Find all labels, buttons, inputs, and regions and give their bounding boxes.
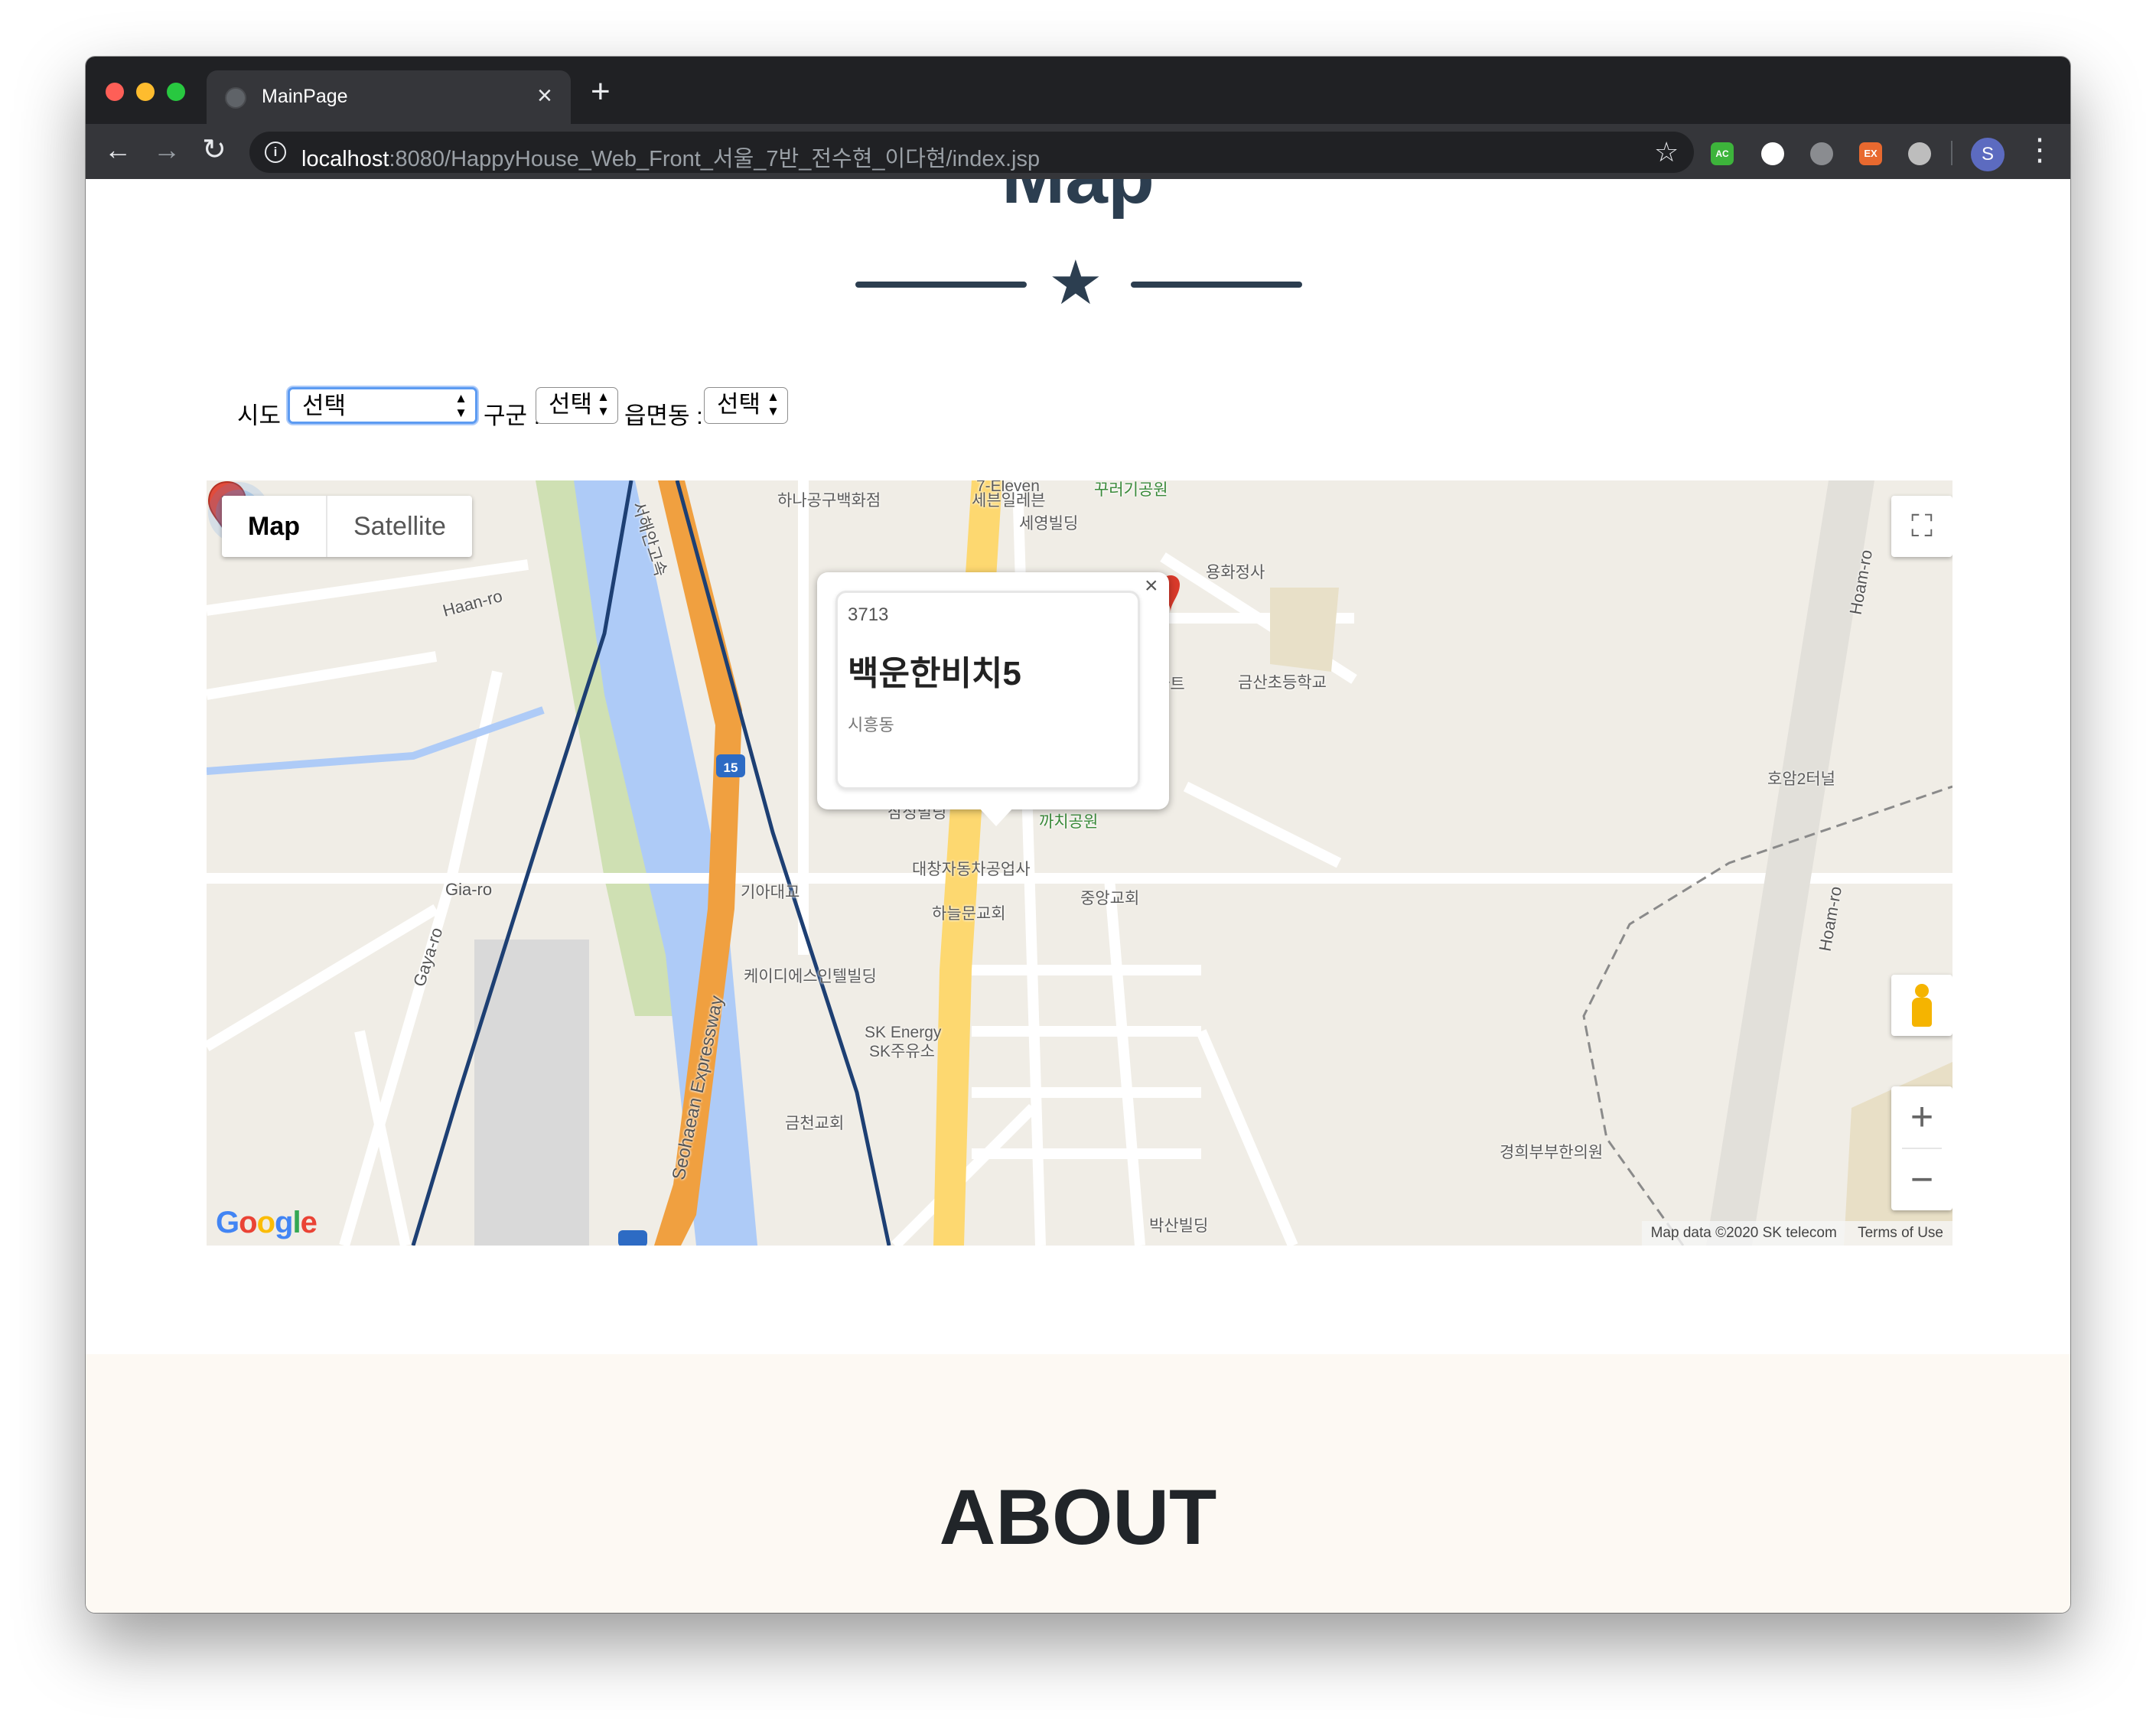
gugun-select-value: 선택 [549,391,593,418]
toolbar-divider [1951,141,1952,165]
reload-icon[interactable]: ↻ [202,133,226,167]
extension-ac-icon[interactable]: AC [1711,142,1734,165]
page-content: Map ★ 시도 : 선택 ▲▼ 구군 : 선택 ▲▼ 읍면동 : 선택 ▲▼ [86,179,2070,1613]
poi-hoam2-tunnel[interactable]: 호암2터널 [1767,767,1835,790]
about-section: ABOUT [86,1354,2070,1613]
gugun-select[interactable]: 선택 ▲ ▼ [536,387,618,424]
about-heading: ABOUT [939,1474,1217,1561]
url-text[interactable]: localhost:8080/HappyHouse_Web_Front_서울_7… [301,141,1040,173]
extension-ex-icon[interactable]: EX [1859,142,1882,165]
extension-shield-icon[interactable] [1810,142,1833,165]
tab-title: MainPage [262,86,348,107]
poi-hana[interactable]: 하나공구백화점 [777,488,881,511]
zoom-control: + − [1891,1086,1952,1210]
extension-circle-icon[interactable] [1761,142,1784,165]
poi-sk-station[interactable]: SK주유소 [869,1039,935,1062]
street-view-pegman-icon[interactable] [1891,975,1952,1036]
browser-window: MainPage × + ← → ↻ i localhost:8080/Happ… [86,57,2070,1613]
highway-shield-label: 15 [724,760,738,775]
terms-of-use-link[interactable]: Terms of Use [1858,1225,1943,1241]
poi-kkachi-park[interactable]: 까치공원 [1039,809,1098,832]
select-arrows-icon: ▲ ▼ [454,391,467,420]
sido-select-value: 선택 [302,392,347,419]
zoom-in-button[interactable]: + [1891,1086,1952,1148]
gugun-label: 구군 : [484,402,541,429]
tab-mainpage[interactable]: MainPage × [207,70,571,124]
forward-arrow-icon[interactable]: → [153,133,181,167]
poi-seven-eleven-kr[interactable]: 세븐일레븐 [972,488,1046,511]
star-icon: ★ [1048,249,1103,317]
info-apt-name: 백운한비치5 [848,655,1021,692]
map-type-control: Map Satellite [222,496,472,557]
maximize-window-button[interactable] [167,83,185,101]
divider-line-right [1131,282,1302,288]
new-tab-button[interactable]: + [591,75,611,109]
map-type-satellite-button[interactable]: Satellite [327,496,472,557]
minimize-window-button[interactable] [136,83,155,101]
bookmark-star-icon[interactable]: ☆ [1654,136,1679,168]
poi-geumcheon-church[interactable]: 금천교회 [785,1111,844,1134]
poi-baksan-building[interactable]: 박산빌딩 [1149,1213,1208,1236]
poi-geumsan-school[interactable]: 금산초등학교 [1238,670,1327,693]
globe-icon [225,87,246,109]
fullscreen-icon[interactable]: ⛶ [1891,496,1952,557]
zoom-out-button[interactable]: − [1891,1149,1952,1210]
select-arrows-icon: ▲ ▼ [767,389,780,418]
profile-avatar[interactable]: S [1971,138,2005,171]
address-bar[interactable]: i localhost:8080/HappyHouse_Web_Front_서울… [249,132,1694,173]
poi-kkureogi-park[interactable]: 꾸러기공원 [1094,480,1168,500]
map-data-attribution: Map data ©2020 SK telecom [1650,1225,1837,1241]
dong-select-value: 선택 [717,391,761,418]
dong-select[interactable]: 선택 ▲ ▼ [704,387,788,424]
url-path: :8080/HappyHouse_Web_Front_서울_7반_전수현_이다현… [389,147,1041,171]
sido-label: 시도 : [237,402,295,429]
poi-kds-building[interactable]: 케이디에스인텔빌딩 [744,964,877,987]
divider-line-left [855,282,1027,288]
map-info-window: 3713 백운한비치5 시흥동 × [817,572,1169,826]
sand-area [1270,588,1339,672]
map-attribution: Map data ©2020 SK telecom Terms of Use [1641,1221,1952,1246]
tab-close-icon[interactable]: × [537,83,552,109]
info-window-tail [978,806,1014,826]
info-dong: 시흥동 [848,715,894,734]
poi-jungang-church[interactable]: 중앙교회 [1080,886,1139,909]
google-logo: Google [216,1206,318,1239]
tab-bar: MainPage × + [86,57,2070,124]
extension-camera-icon[interactable] [1908,142,1931,165]
info-close-icon[interactable]: × [1145,572,1158,600]
menu-dots-icon[interactable]: ⋮ [2024,133,2055,167]
info-icon[interactable]: i [265,142,286,163]
pegman-head [1915,984,1929,998]
close-window-button[interactable] [106,83,124,101]
poi-gyeonghui-clinic[interactable]: 경희부부한의원 [1500,1140,1603,1163]
highway-shield-icon [618,1230,647,1246]
dong-label: 읍면동 : [624,402,703,429]
poi-seyoung-building[interactable]: 세영빌딩 [1019,511,1078,534]
poi-yonghwa-temple[interactable]: 용화정사 [1206,560,1265,583]
poi-haneul-church[interactable]: 하늘문교회 [932,901,1006,924]
back-arrow-icon[interactable]: ← [104,133,132,167]
poi-kia-bridge[interactable]: 기아대교 [741,880,800,903]
url-host: localhost [301,147,389,171]
canal [207,706,545,775]
map-section-heading: Map [86,179,2070,219]
road-label-gia: Gia-ro [445,880,493,899]
pegman-body [1912,998,1932,1027]
poi-daechang[interactable]: 대창자동차공업사 [912,857,1031,880]
sido-select[interactable]: 선택 ▲ ▼ [288,387,477,424]
map-type-map-button[interactable]: Map [222,496,327,557]
browser-toolbar: ← → ↻ i localhost:8080/HappyHouse_Web_Fr… [86,124,2070,179]
select-arrows-icon: ▲ ▼ [597,389,610,418]
google-map[interactable]: 15 Haan-ro Gia-ro Gaya-ro 서해안고속 Seohaean… [207,480,1952,1246]
info-apt-code: 3713 [848,604,889,625]
